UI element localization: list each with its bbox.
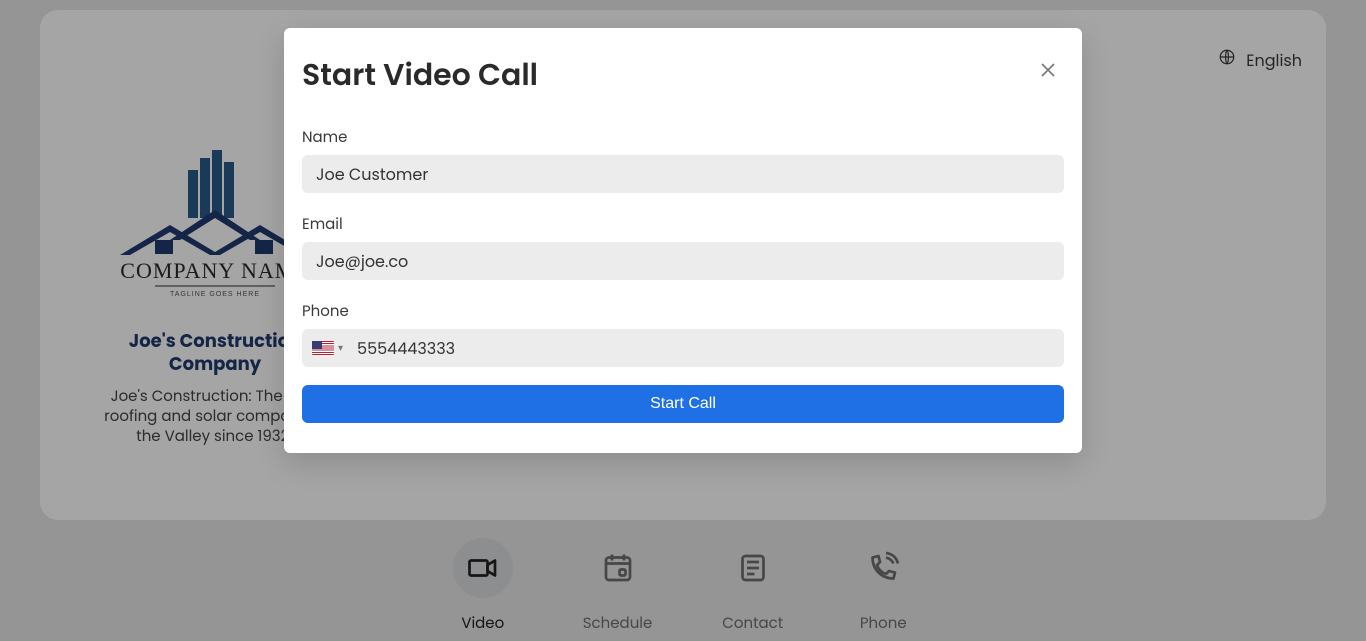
close-icon xyxy=(1036,58,1060,82)
chevron-down-icon: ▾ xyxy=(338,340,343,356)
modal-title: Start Video Call xyxy=(302,52,1064,98)
country-code-select[interactable]: ▾ xyxy=(302,340,353,356)
phone-label: Phone xyxy=(302,300,1064,323)
start-video-call-modal: Start Video Call Name Email Phone ▾ Star… xyxy=(284,28,1082,453)
us-flag-icon xyxy=(312,341,334,355)
email-label: Email xyxy=(302,213,1064,236)
phone-field-row: ▾ xyxy=(302,329,1064,367)
start-call-button[interactable]: Start Call xyxy=(302,385,1064,423)
name-label: Name xyxy=(302,126,1064,149)
close-button[interactable] xyxy=(1036,58,1060,82)
email-input[interactable] xyxy=(302,242,1064,280)
name-input[interactable] xyxy=(302,155,1064,193)
phone-input[interactable] xyxy=(353,329,1064,367)
